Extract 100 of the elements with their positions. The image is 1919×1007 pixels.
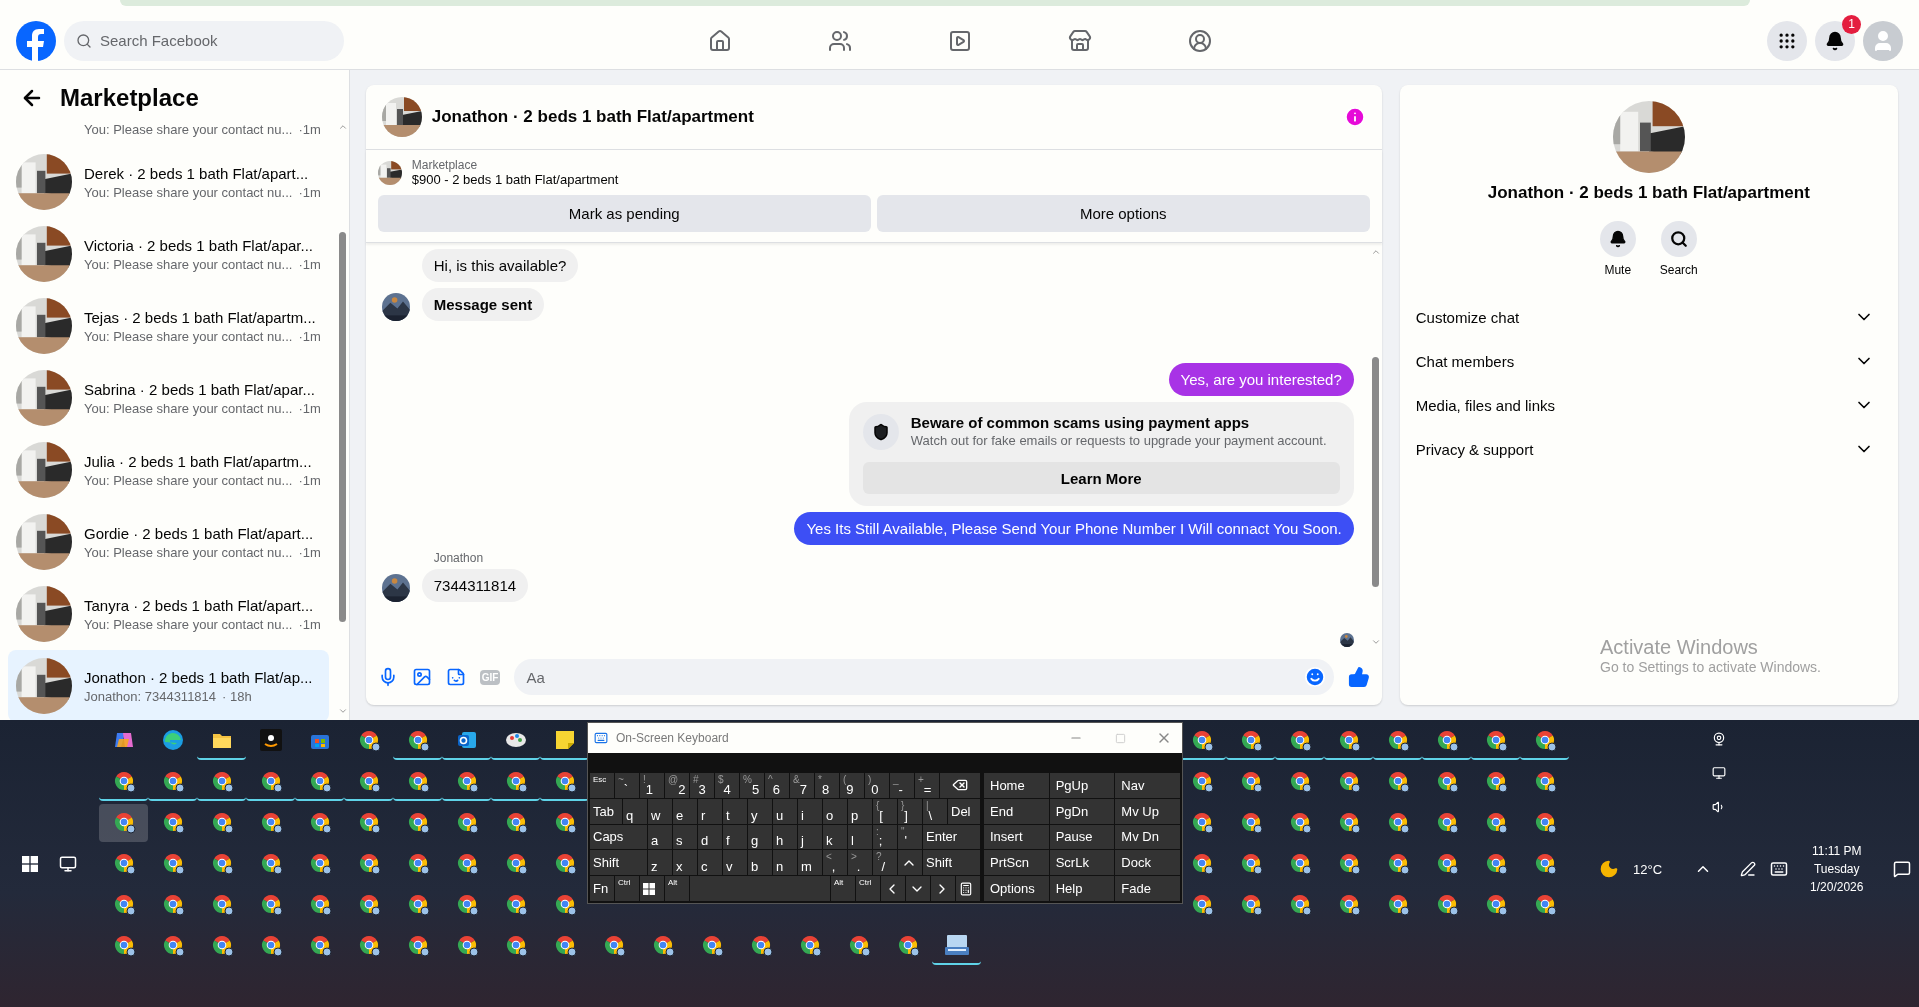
keyboard-key[interactable]: # 3 bbox=[690, 773, 714, 798]
keyboard-key[interactable]: } ] bbox=[898, 798, 922, 824]
logo-icon[interactable] bbox=[16, 20, 56, 61]
keyboard-key[interactable]: y bbox=[748, 798, 772, 824]
keyboard-key[interactable]: ) 0 bbox=[865, 773, 889, 798]
keyboard-key[interactable]: i bbox=[798, 798, 822, 824]
notification-icon[interactable] bbox=[1893, 860, 1912, 878]
settings-section[interactable]: Media, files and links bbox=[1399, 383, 1898, 427]
keyboard-key[interactable]: Help bbox=[1049, 876, 1115, 901]
keyboard-key[interactable]: Nav bbox=[1115, 773, 1180, 798]
keyboard-key[interactable]: u bbox=[773, 798, 797, 824]
keyboard-key[interactable]: ? / bbox=[873, 850, 897, 876]
keyboard-key[interactable]: d bbox=[698, 824, 722, 850]
message-field[interactable]: Aa bbox=[514, 659, 1334, 695]
keyboard-key[interactable]: : ; bbox=[873, 824, 897, 850]
keyboard-key[interactable]: h bbox=[773, 824, 797, 850]
conversation-item[interactable]: Gordie · 2 beds 1 bath Flat/apart... You: Please share your contact nu... ·1m bbox=[8, 506, 329, 578]
keyboard-key[interactable]: q bbox=[623, 798, 647, 824]
keyboard-key[interactable]: Fade bbox=[1115, 876, 1180, 901]
keyboard-key[interactable]: Enter bbox=[923, 824, 980, 850]
keyboard-key[interactable]: Shift bbox=[590, 850, 647, 876]
keyboard-key[interactable]: v bbox=[723, 850, 747, 876]
keyboard-key[interactable]: Alt bbox=[831, 876, 855, 901]
keyboard-key[interactable]: Home bbox=[984, 773, 1049, 798]
keyboard-key[interactable]: Fn bbox=[590, 876, 614, 901]
keyboard-key[interactable]: x bbox=[673, 850, 697, 876]
keyboard-key[interactable]: ! 1 bbox=[640, 773, 664, 798]
keyboard-key[interactable]: | \ bbox=[923, 798, 947, 824]
keyboard-key[interactable]: Dock bbox=[1115, 850, 1180, 876]
sticker-icon[interactable] bbox=[445, 667, 466, 687]
keyboard-key[interactable]: j bbox=[798, 824, 822, 850]
info-icon[interactable] bbox=[1343, 106, 1366, 128]
keyboard-key[interactable]: z bbox=[648, 850, 672, 876]
keyboard-key[interactable]: PgDn bbox=[1049, 798, 1115, 824]
pen-icon[interactable] bbox=[1740, 861, 1757, 877]
keyboard-key[interactable]: r bbox=[698, 798, 722, 824]
mail-icon[interactable] bbox=[455, 729, 478, 751]
keyboard-key[interactable]: g bbox=[748, 824, 772, 850]
keyboard-key[interactable]: @ 2 bbox=[665, 773, 689, 798]
clock[interactable]: 11:11 PM Tuesday 1/20/2026 bbox=[1810, 844, 1864, 894]
moon-icon[interactable] bbox=[1599, 859, 1619, 879]
menu-button[interactable] bbox=[1767, 20, 1807, 61]
keyboard-key[interactable]: Ctrl bbox=[856, 876, 880, 901]
keyboard-key[interactable]: * 8 bbox=[815, 773, 839, 798]
keyboard-key[interactable]: Del bbox=[948, 798, 980, 824]
keyboard-key[interactable]: Shift bbox=[923, 850, 980, 876]
keyboard-key[interactable]: < , bbox=[823, 850, 847, 876]
keyboard-key[interactable]: b bbox=[748, 850, 772, 876]
keyboard-key[interactable]: " ' bbox=[898, 824, 922, 850]
keyboard-key[interactable]: s bbox=[673, 824, 697, 850]
settings-section[interactable]: Chat members bbox=[1399, 339, 1898, 383]
keyboard-key[interactable]: k bbox=[823, 824, 847, 850]
keyboard-key[interactable]: w bbox=[648, 798, 672, 824]
keyboard-key[interactable]: ScrLk bbox=[1049, 850, 1115, 876]
keyboard-key[interactable] bbox=[940, 773, 980, 798]
search-field[interactable]: Search Facebook bbox=[64, 20, 344, 61]
keyboard-key[interactable]: Insert bbox=[984, 824, 1049, 850]
keyboard-key[interactable]: { [ bbox=[873, 798, 897, 824]
keyboard-key[interactable]: t bbox=[723, 798, 747, 824]
keyboard-key[interactable] bbox=[898, 850, 922, 876]
keyboard-key[interactable]: c bbox=[698, 850, 722, 876]
keyboard-key[interactable]: Mv Dn bbox=[1115, 824, 1180, 850]
keyboard-key[interactable]: o bbox=[823, 798, 847, 824]
keyboard-key[interactable]: Caps bbox=[590, 824, 647, 850]
keyboard-key[interactable]: p bbox=[848, 798, 872, 824]
settings-section[interactable]: Privacy & support bbox=[1399, 427, 1898, 471]
conversation-item[interactable]: Victoria · 2 beds 1 bath Flat/apar... You: Please share your contact nu... ·1m bbox=[8, 218, 329, 290]
keyboard-key[interactable]: n bbox=[773, 850, 797, 876]
keyboard-key[interactable]: Tab bbox=[590, 798, 622, 824]
keyboard-key[interactable]: Pause bbox=[1049, 824, 1115, 850]
keyboard-key[interactable]: ( 9 bbox=[840, 773, 864, 798]
windows-icon[interactable] bbox=[22, 855, 39, 872]
keyboard-icon[interactable] bbox=[943, 933, 970, 957]
learn-more-button[interactable]: Learn More bbox=[862, 462, 1340, 494]
action-button[interactable]: More options bbox=[876, 195, 1370, 232]
conversation-item[interactable]: Julia · 2 beds 1 bath Flat/apartm... You: Please share your contact nu... ·1m bbox=[8, 434, 329, 506]
conversation-item[interactable]: Derek · 2 beds 1 bath Flat/apart... You: Please share your contact nu... ·1m bbox=[8, 146, 329, 218]
keyboard-key[interactable]: _ - bbox=[890, 773, 914, 798]
keyboard-key[interactable]: Alt bbox=[665, 876, 689, 901]
keyboard-key[interactable]: f bbox=[723, 824, 747, 850]
conversation-item[interactable]: Tanyra · 2 beds 1 bath Flat/apart... You: Please share your contact nu... ·1m bbox=[8, 578, 329, 650]
note-icon[interactable] bbox=[553, 729, 576, 751]
shopping-icon[interactable] bbox=[259, 729, 282, 751]
keyboard-key[interactable]: Options bbox=[984, 876, 1049, 901]
keyboard-key[interactable]: PgUp bbox=[1049, 773, 1115, 798]
keyboard-key[interactable]: ~ ` bbox=[615, 773, 639, 798]
keyboard-key[interactable]: + = bbox=[915, 773, 939, 798]
action-button[interactable]: Mark as pending bbox=[377, 195, 871, 232]
keyboard-key[interactable]: m bbox=[798, 850, 822, 876]
keyboard-key[interactable]: Ctrl bbox=[615, 876, 639, 901]
notifications-button[interactable] bbox=[1815, 20, 1855, 61]
keyboard-key[interactable]: $ 4 bbox=[715, 773, 739, 798]
keyboard-key[interactable]: Mv Up bbox=[1115, 798, 1180, 824]
keyboard-key[interactable]: & 7 bbox=[790, 773, 814, 798]
keyboard-key[interactable] bbox=[956, 876, 980, 901]
keyboard-key[interactable]: End bbox=[984, 798, 1049, 824]
task-view-icon[interactable] bbox=[58, 854, 77, 873]
photo-icon[interactable] bbox=[411, 667, 432, 687]
browser-icon[interactable] bbox=[161, 729, 184, 751]
keyboard-key[interactable]: PrtScn bbox=[984, 850, 1049, 876]
